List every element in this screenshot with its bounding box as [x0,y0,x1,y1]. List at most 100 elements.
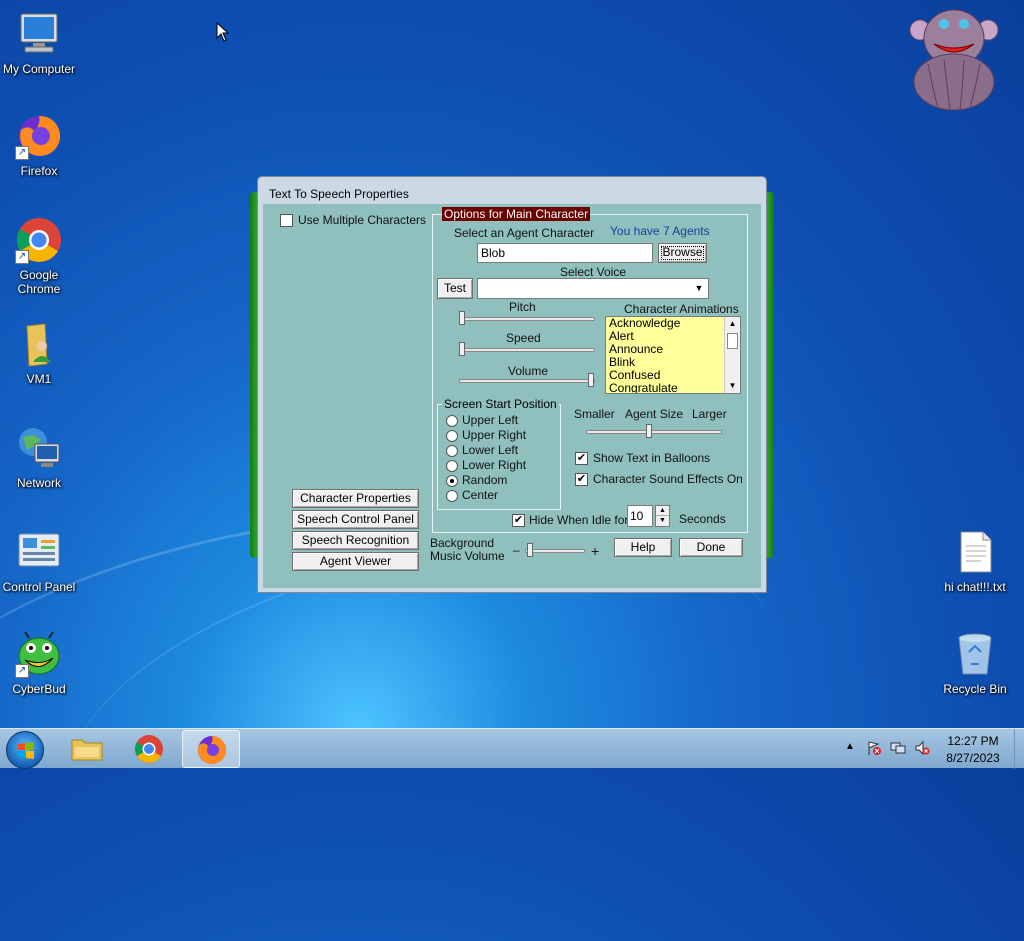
voice-select[interactable]: ▼ [477,278,709,299]
explorer-icon [71,739,103,761]
volume-slider-thumb[interactable] [588,373,594,387]
network-icon [15,424,63,472]
position-radio-upper-left[interactable] [446,415,458,427]
show-text-balloons-checkbox[interactable]: ✔ [575,452,588,465]
sound-effects-checkbox[interactable]: ✔ [575,473,588,486]
clock-time[interactable]: 12:27 PM [938,734,1008,748]
screen-start-position-title: Screen Start Position [442,397,559,411]
desktop-icon-firefox[interactable]: ↗ Firefox [0,112,81,178]
shortcut-arrow-icon: ↗ [15,250,29,264]
recycle-bin-icon [951,630,999,678]
music-volume-slider-track[interactable] [525,549,585,553]
speech-control-panel-button[interactable]: Speech Control Panel [292,510,419,529]
hide-when-idle-label: Hide When Idle for [529,513,629,527]
position-label: Upper Left [462,413,519,427]
desktop-icon-google-chrome[interactable]: ↗ Google Chrome [0,216,81,296]
window-title: Text To Speech Properties [269,187,409,201]
music-volume-slider-thumb[interactable] [527,543,533,557]
pitch-slider-track[interactable] [459,317,595,321]
scrollbar-thumb[interactable] [727,333,738,349]
character-animations-label: Character Animations [624,302,739,316]
idle-seconds-spinner[interactable]: ▲ ▼ [655,505,670,527]
speed-label: Speed [506,331,541,345]
start-button[interactable] [6,731,44,769]
desktop-icon-vm1[interactable]: VM1 [0,320,81,386]
hide-when-idle-checkbox[interactable]: ✔ [512,514,525,527]
desktop-icon-control-panel[interactable]: Control Panel [0,528,81,594]
desktop-icon-label: Firefox [20,164,58,178]
character-properties-button[interactable]: Character Properties [292,489,419,508]
mouse-cursor-icon [216,22,230,42]
done-button[interactable]: Done [679,538,743,557]
taskbar-chrome[interactable] [120,730,178,768]
test-voice-button[interactable]: Test [437,278,473,299]
taskbar-firefox[interactable] [182,730,240,768]
volume-muted-icon[interactable] [914,740,930,756]
seconds-label: Seconds [679,512,726,526]
volume-slider-track[interactable] [459,379,595,383]
position-radio-lower-right[interactable] [446,460,458,472]
window-client-area: Use Multiple Characters Options for Main… [263,204,761,588]
chevron-down-icon[interactable]: ▼ [692,281,706,296]
cyberbud-icon: ↗ [15,630,63,678]
character-animations-list[interactable]: Acknowledge Alert Announce Blink Confuse… [605,316,741,394]
agent-character-blob[interactable] [908,4,1000,112]
desktop-icon-network[interactable]: Network [0,424,81,490]
desktop-icon-recycle-bin[interactable]: Recycle Bin [933,630,1017,696]
music-volume-plus: + [591,543,600,559]
idle-seconds-field[interactable]: 10 [627,505,653,527]
help-button[interactable]: Help [614,538,672,557]
position-label: Center [462,488,499,502]
speech-recognition-button[interactable]: Speech Recognition [292,531,419,550]
control-panel-icon [15,528,63,576]
desktop-icon-text-file[interactable]: hi chat!!!.txt [933,528,1017,594]
show-desktop-button[interactable] [1014,729,1024,769]
music-volume-minus: – [513,543,520,557]
desktop-icon-my-computer[interactable]: My Computer [0,10,81,76]
use-multiple-characters-checkbox[interactable] [280,214,293,227]
agent-viewer-button[interactable]: Agent Viewer [292,552,419,571]
options-group-title: Options for Main Character [442,207,591,221]
agent-size-slider-thumb[interactable] [646,424,652,438]
position-radio-center[interactable] [446,490,458,502]
pitch-slider-thumb[interactable] [459,311,465,325]
taskbar: ▲ 12:27 PM 8/27/2023 [0,728,1024,769]
agent-size-slider-track[interactable] [586,430,722,434]
action-center-flag-icon[interactable] [866,740,882,756]
list-item[interactable]: Congratulate [609,382,740,394]
chrome-icon [135,735,163,763]
desktop-icon-label: CyberBud [12,682,66,696]
position-radio-lower-left[interactable] [446,445,458,457]
desktop-icon-cyberbud[interactable]: ↗ CyberBud [0,630,81,696]
select-agent-label: Select an Agent Character [454,226,595,240]
position-radio-upper-right[interactable] [446,430,458,442]
desktop-icon-label: Control Panel [2,580,76,594]
firefox-icon [198,735,227,764]
use-multiple-characters-label: Use Multiple Characters [298,213,427,227]
user-folder-icon [15,320,63,368]
tts-properties-window: Text To Speech Properties Use Multiple C… [257,176,767,593]
speed-slider-thumb[interactable] [459,342,465,356]
agent-character-field[interactable]: Blob [477,243,653,263]
sound-effects-label: Character Sound Effects On [593,472,743,486]
scroll-down-icon[interactable]: ▼ [725,379,740,393]
speed-slider-track[interactable] [459,348,595,352]
spin-down-icon[interactable]: ▼ [656,516,669,526]
chrome-icon: ↗ [15,216,63,264]
desktop-icon-label: VM1 [26,372,52,386]
computer-icon [15,10,63,58]
agents-count-text: You have 7 Agents [610,224,710,238]
show-hidden-icons-icon[interactable]: ▲ [845,741,855,752]
agent-size-label: Agent Size [625,407,684,421]
browse-button[interactable]: Browse [658,243,707,263]
clock-date[interactable]: 8/27/2023 [938,751,1008,765]
shortcut-arrow-icon: ↗ [15,146,29,160]
network-status-icon[interactable] [890,740,906,756]
animations-scrollbar[interactable]: ▲ ▼ [724,317,740,393]
position-radio-random[interactable] [446,475,458,487]
text-file-icon [951,528,999,576]
desktop-icon-label: Recycle Bin [943,682,1007,696]
spin-up-icon[interactable]: ▲ [656,506,669,516]
taskbar-explorer[interactable] [58,730,116,768]
scroll-up-icon[interactable]: ▲ [725,317,740,331]
